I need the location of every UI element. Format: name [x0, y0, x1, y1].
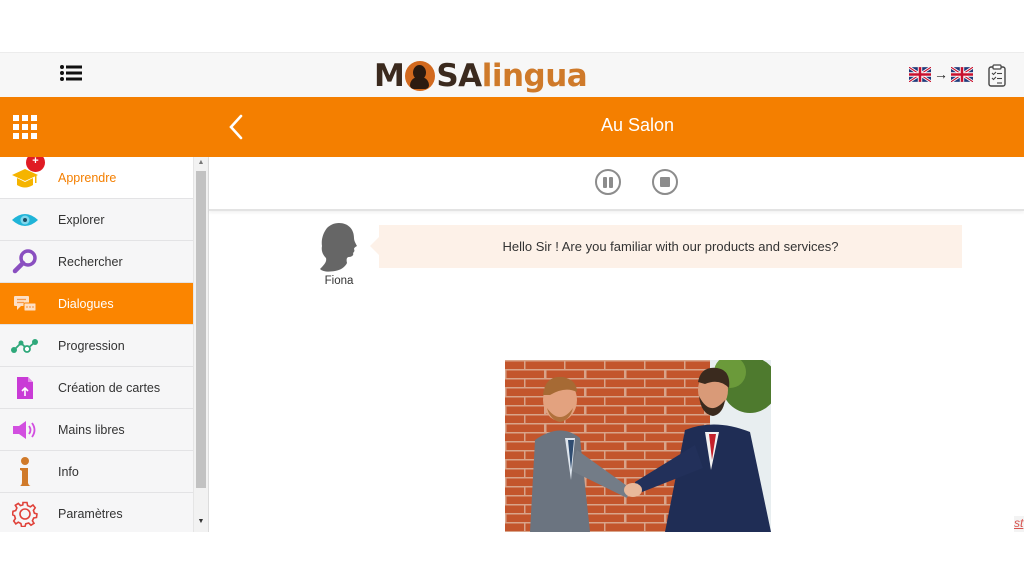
scroll-down-arrow-icon[interactable]: ▼	[194, 518, 208, 530]
sidebar-item-label: Apprendre	[58, 170, 117, 185]
magnifier-icon	[10, 247, 40, 277]
chat-bubbles-icon	[10, 289, 40, 319]
sidebar-item-label: Explorer	[58, 212, 105, 227]
logo-text-m: M	[374, 58, 405, 94]
sidebar-item-info[interactable]: Info	[0, 451, 193, 493]
uk-flag-icon	[909, 67, 931, 82]
logo-text-sa: SA	[436, 58, 482, 94]
grid-icon-cell	[13, 124, 19, 130]
audio-controls	[209, 157, 1024, 211]
grid-icon-cell	[31, 115, 37, 121]
uk-flag-icon	[951, 67, 973, 82]
language-pair-selector[interactable]: →	[909, 67, 973, 82]
dialogue-content: Fiona Hello Sir ! Are you familiar with …	[209, 157, 1024, 532]
mosalingua-logo: M SA lingua	[374, 58, 588, 94]
progress-chart-icon	[10, 331, 40, 361]
clipboard-button[interactable]	[986, 64, 1008, 88]
sidebar-item-dialogues[interactable]: Dialogues	[0, 283, 193, 325]
sidebar-item-label: Paramètres	[58, 506, 123, 521]
page-title: Au Salon	[600, 115, 675, 135]
logo-head-icon	[405, 61, 436, 91]
sidebar-menu: + Apprendre Explorer Rechercher Dialogue…	[0, 157, 193, 532]
pause-button[interactable]	[595, 169, 621, 195]
sidebar-item-mains-libres[interactable]: Mains libres	[0, 409, 193, 451]
sidebar-item-creation-de-cartes[interactable]: Création de cartes	[0, 367, 193, 409]
new-badge: +	[26, 157, 45, 172]
app-window: M SA lingua → Au Salon + Apprendre Explo…	[0, 52, 1024, 532]
sidebar-item-apprendre[interactable]: + Apprendre	[0, 157, 193, 199]
sidebar-scrollbar[interactable]: ▲ ▼	[193, 157, 209, 532]
sidebar-item-label: Dialogues	[58, 296, 114, 311]
speaker-name: Fiona	[324, 275, 354, 287]
sidebar-item-progression[interactable]: Progression	[0, 325, 193, 367]
scene-image	[505, 360, 771, 532]
grid-icon-cell	[31, 124, 37, 130]
arrow-right-icon: →	[934, 66, 948, 82]
sidebar-item-label: Progression	[58, 338, 125, 353]
sidebar-item-parametres[interactable]: Paramètres	[0, 493, 193, 532]
speaker-icon	[10, 415, 40, 445]
sidebar-item-label: Création de cartes	[58, 380, 161, 395]
apps-grid-button[interactable]	[13, 115, 37, 139]
sidebar-item-label: Mains libres	[58, 422, 125, 437]
sidebar-item-rechercher[interactable]: Rechercher	[0, 241, 193, 283]
sidebar-item-explorer[interactable]: Explorer	[0, 199, 193, 241]
top-bar: M SA lingua →	[0, 52, 1024, 98]
chevron-left-icon	[229, 114, 243, 140]
back-button[interactable]	[226, 113, 248, 141]
sidebar-item-label: Rechercher	[58, 254, 123, 269]
stop-button[interactable]	[652, 169, 678, 195]
dialogue-line-bubble[interactable]: Hello Sir ! Are you familiar with our pr…	[370, 225, 962, 268]
edge-link[interactable]: st	[1014, 516, 1024, 532]
scrollbar-thumb[interactable]	[196, 171, 206, 488]
info-icon	[10, 457, 40, 487]
speaker-avatar: Fiona	[309, 221, 369, 287]
list-menu-button[interactable]	[60, 65, 84, 85]
eye-icon	[10, 205, 40, 235]
page-header: Au Salon	[0, 97, 1024, 157]
card-upload-icon	[10, 373, 40, 403]
grid-icon-cell	[22, 115, 28, 121]
handshake-photo	[505, 360, 771, 532]
grid-icon	[13, 115, 19, 121]
grid-icon-cell	[22, 124, 28, 130]
grid-icon-cell	[31, 133, 37, 139]
clipboard-checklist-icon	[988, 64, 1006, 87]
gear-icon	[10, 499, 40, 529]
grid-icon-cell	[13, 133, 19, 139]
woman-silhouette-icon	[320, 223, 357, 272]
list-icon	[60, 65, 82, 81]
dialogue-line-text: Hello Sir ! Are you familiar with our pr…	[502, 239, 839, 254]
grid-icon-cell	[22, 133, 28, 139]
scroll-up-arrow-icon[interactable]: ▲	[194, 159, 208, 171]
sidebar-item-label: Info	[58, 464, 79, 479]
logo-text-lingua: lingua	[481, 58, 588, 94]
